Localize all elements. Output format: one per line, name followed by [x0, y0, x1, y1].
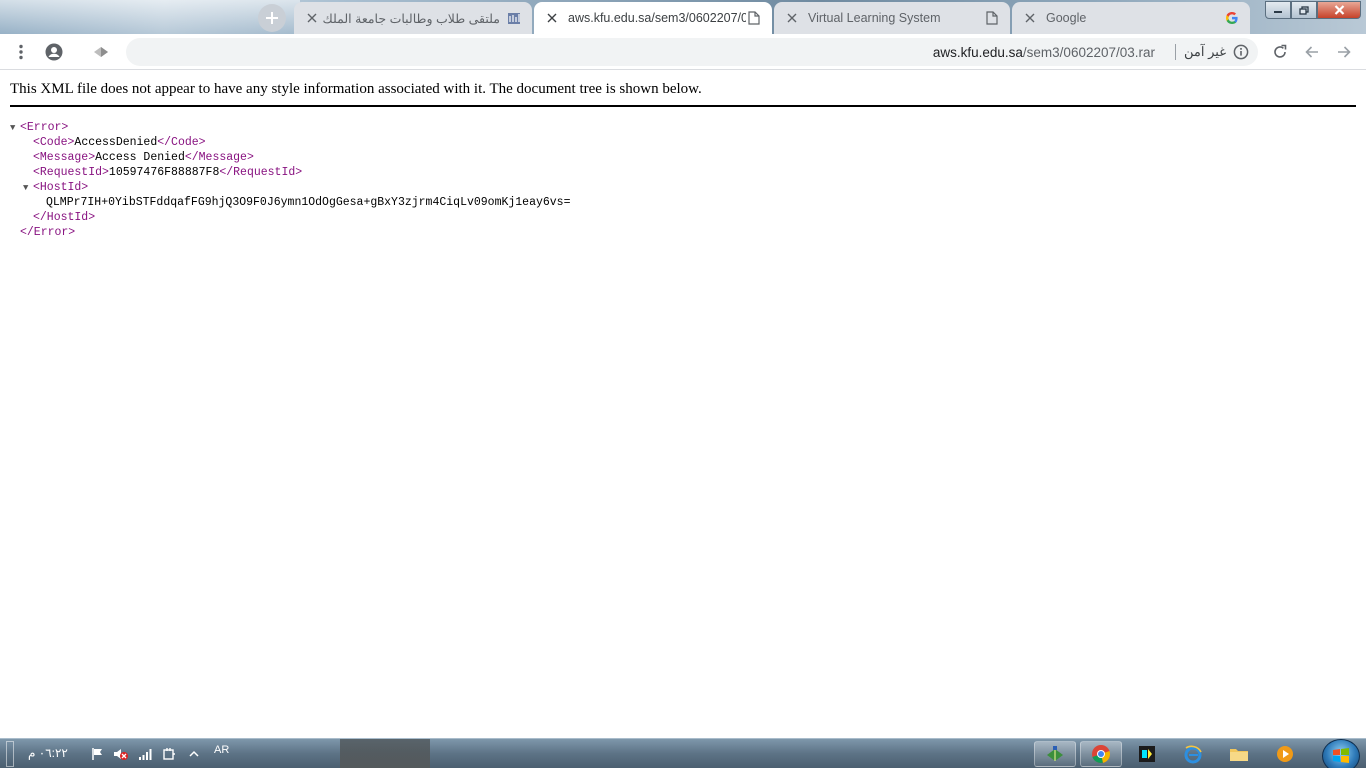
xml-tag: </Message> [184, 151, 254, 164]
taskbar-app-media[interactable] [1126, 741, 1168, 767]
taskbar-app-media-player[interactable] [1264, 741, 1306, 767]
forum-favicon-icon [506, 10, 522, 26]
clock[interactable]: ٠٦:٢٢ م [28, 746, 68, 760]
tree-line-hostid-open: ▼ <HostId> [10, 180, 571, 195]
close-icon[interactable] [1022, 10, 1038, 26]
xml-tag: <Error> [20, 121, 69, 134]
url-host: aws.kfu.edu.sa [932, 44, 1023, 60]
taskbar-app-network[interactable] [1034, 741, 1076, 767]
minimize-button[interactable] [1265, 1, 1291, 19]
tab-active-rar[interactable]: aws.kfu.edu.sa/sem3/0602207/03.rar [534, 2, 772, 34]
maximize-button[interactable] [1291, 1, 1317, 19]
arrow-left-icon [1305, 46, 1318, 58]
plus-icon [266, 12, 278, 24]
xml-tag: <Message> [33, 151, 96, 164]
media-app-icon [1139, 746, 1155, 762]
xml-tag: <RequestId> [33, 166, 109, 179]
tab-strip: ملتقى طلاب وطالبات جامعة الملك فيصل,جامع… [0, 0, 1366, 34]
internet-explorer-icon [1184, 745, 1202, 764]
close-icon[interactable] [784, 10, 800, 26]
more-vertical-icon [19, 44, 23, 60]
xml-tree: ▼ <Error> <Code>AccessDenied</Code> <Mess… [10, 120, 571, 240]
back-button[interactable] [1298, 38, 1326, 66]
start-button[interactable] [1322, 739, 1360, 768]
divider [1175, 44, 1177, 60]
menu-button[interactable] [7, 38, 35, 66]
collapse-triangle-icon[interactable]: ▼ [23, 181, 33, 196]
tree-line-code: <Code>AccessDenied</Code> [10, 135, 571, 150]
xml-tag: </HostId> [33, 211, 96, 224]
tab-title: Virtual Learning System [808, 11, 941, 25]
network-globe-icon [1047, 746, 1063, 761]
document-icon [984, 10, 1000, 26]
arrow-right-icon [1338, 46, 1351, 58]
extension-icon [94, 47, 108, 57]
forward-button[interactable] [1330, 38, 1358, 66]
tree-line-message: <Message>Access Denied</Message> [10, 150, 571, 165]
window-controls [1265, 1, 1361, 19]
tab-forum[interactable]: ملتقى طلاب وطالبات جامعة الملك فيصل,جامع… [294, 2, 532, 34]
restore-icon [1299, 5, 1309, 15]
xml-tag: </Code> [157, 136, 206, 149]
taskbar-app-explorer[interactable] [1218, 741, 1260, 767]
account-icon [45, 43, 63, 61]
google-icon [1224, 10, 1240, 26]
xml-tag: <HostId> [33, 181, 89, 194]
url-path: /sem3/0602207/03.rar [1022, 44, 1156, 60]
tab-title: ملتقى طلاب وطالبات جامعة الملك فيصل,جامع… [320, 11, 500, 26]
power-plug-icon[interactable] [161, 746, 177, 762]
show-desktop-button[interactable] [6, 741, 14, 767]
xml-value: 10597476F88887F8 [108, 166, 220, 179]
xml-value: QLMPr7IH+0YibSTFddqafFG9hjQ3O9F0J6ymn1Od… [46, 196, 571, 209]
collapse-triangle-icon[interactable]: ▼ [10, 121, 20, 136]
media-player-icon [1277, 746, 1293, 762]
address-bar[interactable]: غير آمن aws.kfu.edu.sa/sem3/0602207/03.r… [126, 38, 1258, 66]
taskbar-app-internet-explorer[interactable] [1172, 741, 1214, 767]
close-icon[interactable] [304, 10, 320, 26]
close-icon[interactable] [544, 10, 560, 26]
input-language[interactable]: AR [214, 744, 229, 756]
tree-line-error-open: ▼ <Error> [10, 120, 571, 135]
action-center-flag-icon[interactable] [90, 746, 106, 762]
volume-muted-icon[interactable] [113, 746, 129, 762]
close-icon [1334, 5, 1344, 15]
tree-line-requestid: <RequestId>10597476F88887F8</RequestId> [10, 165, 571, 180]
xml-value: Access Denied [95, 151, 185, 164]
xml-tag: </RequestId> [219, 166, 303, 179]
show-hidden-icons-icon[interactable] [186, 746, 202, 762]
xml-tag: </Error> [20, 226, 76, 239]
reload-button[interactable] [1266, 38, 1294, 66]
new-tab-button[interactable] [258, 4, 286, 32]
profile-button[interactable] [40, 38, 68, 66]
taskbar-app-chrome[interactable] [1080, 741, 1122, 767]
xml-tag: <Code> [33, 136, 75, 149]
tree-line-error-close: </Error> [10, 225, 571, 240]
close-window-button[interactable] [1317, 1, 1361, 19]
browser-toolbar: غير آمن aws.kfu.edu.sa/sem3/0602207/03.r… [0, 34, 1366, 70]
chrome-icon [1092, 745, 1111, 764]
security-label[interactable]: غير آمن [1184, 44, 1226, 60]
tree-line-hostid-close: </HostId> [10, 210, 571, 225]
extension-button[interactable] [87, 38, 115, 66]
xml-style-notice: This XML file does not appear to have an… [10, 81, 1356, 107]
page-content: This XML file does not appear to have an… [0, 71, 1366, 738]
tree-line-hostid-value: QLMPr7IH+0YibSTFddqafFG9hjQ3O9F0J6ymn1Od… [10, 195, 571, 210]
folder-icon [1230, 749, 1248, 761]
url-text[interactable]: aws.kfu.edu.sa/sem3/0602207/03.rar [933, 45, 1155, 60]
info-icon[interactable] [1232, 43, 1250, 61]
taskbar: ٠٦:٢٢ م AR [0, 738, 1366, 768]
reload-icon [1274, 44, 1287, 58]
document-icon [746, 10, 762, 26]
xml-value: AccessDenied [74, 136, 158, 149]
tab-title: aws.kfu.edu.sa/sem3/0602207/03.rar [568, 11, 746, 25]
tab-virtual-learning[interactable]: Virtual Learning System [774, 2, 1010, 34]
tab-google[interactable]: Google [1012, 2, 1250, 34]
windows-logo-icon [1333, 748, 1349, 763]
network-signal-icon[interactable] [137, 746, 153, 762]
minimize-icon [1274, 11, 1282, 13]
tab-title: Google [1046, 11, 1087, 25]
